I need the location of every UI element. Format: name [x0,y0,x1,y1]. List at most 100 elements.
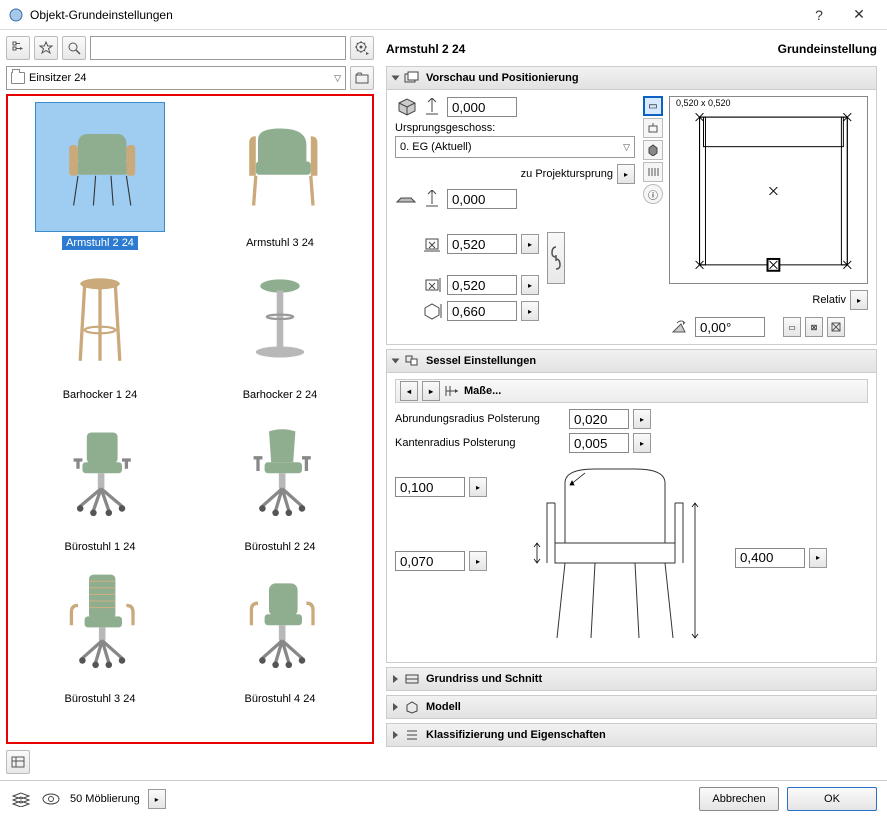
width-step[interactable]: ▸ [521,234,539,254]
sessel-icon [404,354,420,368]
gallery-item[interactable]: Barhocker 2 24 [192,254,368,402]
library-button[interactable] [6,750,30,774]
project-origin-button[interactable]: ▸ [617,164,635,184]
view-3d[interactable] [643,140,663,160]
height-input[interactable] [447,301,517,321]
nav-prev[interactable]: ◂ [400,381,418,401]
gallery-item[interactable]: Armstuhl 2 24 [12,102,188,250]
gallery-item[interactable]: Bürostuhl 1 24 [12,406,188,554]
favorites-button[interactable] [34,36,58,60]
abrundungsradius-label: Abrundungsradius Polsterung [395,413,565,425]
project-origin-label: zu Projektursprung [521,168,613,180]
kantenradius-step[interactable]: ▸ [633,433,651,453]
relative-label: Relativ [812,294,846,306]
chevron-down-icon: ▽ [623,142,630,153]
dim-a-input[interactable] [395,477,465,497]
mirror-reset-button[interactable] [827,317,845,337]
section-grundriss-header[interactable]: Grundriss und Schnitt [386,667,877,691]
dim-b-input[interactable] [395,551,465,571]
gallery-item-label: Barhocker 1 24 [59,388,142,402]
eye-icon[interactable] [40,788,62,810]
nav-label: Maße... [464,385,501,397]
mirror-v-button[interactable]: ⊠ [805,317,823,337]
close-button[interactable]: ✕ [839,6,879,23]
view-plan[interactable]: ▭ [643,96,663,116]
gallery-item[interactable]: Bürostuhl 4 24 [192,558,368,706]
elevation-icon [421,188,443,210]
dim-a-step[interactable]: ▸ [469,477,487,497]
elevation-icon [421,96,443,118]
folder-up-button[interactable] [350,66,374,90]
z-project-input[interactable] [447,189,517,209]
abrundungsradius-step[interactable]: ▸ [633,409,651,429]
help-button[interactable]: ? [799,7,839,23]
rotate-icon [669,316,691,338]
box-icon [395,96,417,118]
dim-c-input[interactable] [735,548,805,568]
section-modell-header[interactable]: Modell [386,695,877,719]
disclosure-icon [392,359,400,364]
hierarchy-button[interactable] [6,36,30,60]
layer-menu[interactable]: ▸ [148,789,166,809]
width-input[interactable] [447,234,517,254]
depth-step[interactable]: ▸ [521,275,539,295]
search-button[interactable] [62,36,86,60]
subtitle: Grundeinstellung [778,42,877,56]
object-name: Armstuhl 2 24 [386,42,465,56]
preview-canvas[interactable]: 0,520 x 0,520 [669,96,868,284]
relative-button[interactable]: ▸ [850,290,868,310]
dim-b-step[interactable]: ▸ [469,551,487,571]
left-toolbar [6,36,374,60]
section-klass-header[interactable]: Klassifizierung und Eigenschaften [386,723,877,747]
link-dimensions-button[interactable] [547,232,565,284]
gallery-item[interactable]: Barhocker 1 24 [12,254,188,402]
width-icon [421,233,443,255]
nav-next[interactable]: ▸ [422,381,440,401]
gallery-item[interactable]: Armstuhl 3 24 [192,102,368,250]
grundriss-icon [404,672,420,686]
gallery-item[interactable]: Bürostuhl 3 24 [12,558,188,706]
search-input[interactable] [90,36,346,60]
height-icon [421,300,443,322]
layer-icon[interactable] [10,788,32,810]
kantenradius-input[interactable] [569,433,629,453]
angle-input[interactable] [695,317,765,337]
view-info[interactable]: ⓘ [643,184,663,204]
folder-select[interactable]: Einsitzer 24 ▽ [6,66,346,90]
ok-button[interactable]: OK [787,787,877,811]
view-tabs: ▭ ⓘ [643,96,663,204]
layer-count-label: 50 Möblierung [70,793,140,805]
gallery-item-label: Bürostuhl 3 24 [61,692,140,706]
section-title: Vorschau und Positionierung [426,72,579,84]
dimensions-icon [444,384,460,398]
section-sessel-header[interactable]: Sessel Einstellungen [386,349,877,373]
app-icon [8,7,24,23]
mirror-h-button[interactable]: ▭ [783,317,801,337]
disclosure-icon [393,731,398,739]
folder-name: Einsitzer 24 [29,72,86,84]
preview-dims: 0,520 x 0,520 [676,98,731,108]
kantenradius-label: Kantenradius Polsterung [395,437,565,449]
height-step[interactable]: ▸ [521,301,539,321]
disclosure-icon [392,76,400,81]
preview-icon [404,71,420,85]
section-title: Modell [426,701,461,713]
cancel-button[interactable]: Abbrechen [699,787,779,811]
gallery-item[interactable]: Bürostuhl 2 24 [192,406,368,554]
chair-sketch [525,463,725,656]
chevron-down-icon: ▽ [334,73,341,84]
depth-input[interactable] [447,275,517,295]
view-elevation[interactable] [643,118,663,138]
section-title: Klassifizierung und Eigenschaften [426,729,606,741]
settings-button[interactable] [350,36,374,60]
section-preview-header[interactable]: Vorschau und Positionierung [386,66,877,90]
modell-icon [404,700,420,714]
z-base-input[interactable] [447,97,517,117]
section-title: Grundriss und Schnitt [426,673,542,685]
story-select[interactable]: 0. EG (Aktuell) ▽ [395,136,635,158]
gallery-item-label: Barhocker 2 24 [239,388,322,402]
view-section[interactable] [643,162,663,182]
abrundungsradius-input[interactable] [569,409,629,429]
folder-icon [11,72,25,84]
dim-c-step[interactable]: ▸ [809,548,827,568]
